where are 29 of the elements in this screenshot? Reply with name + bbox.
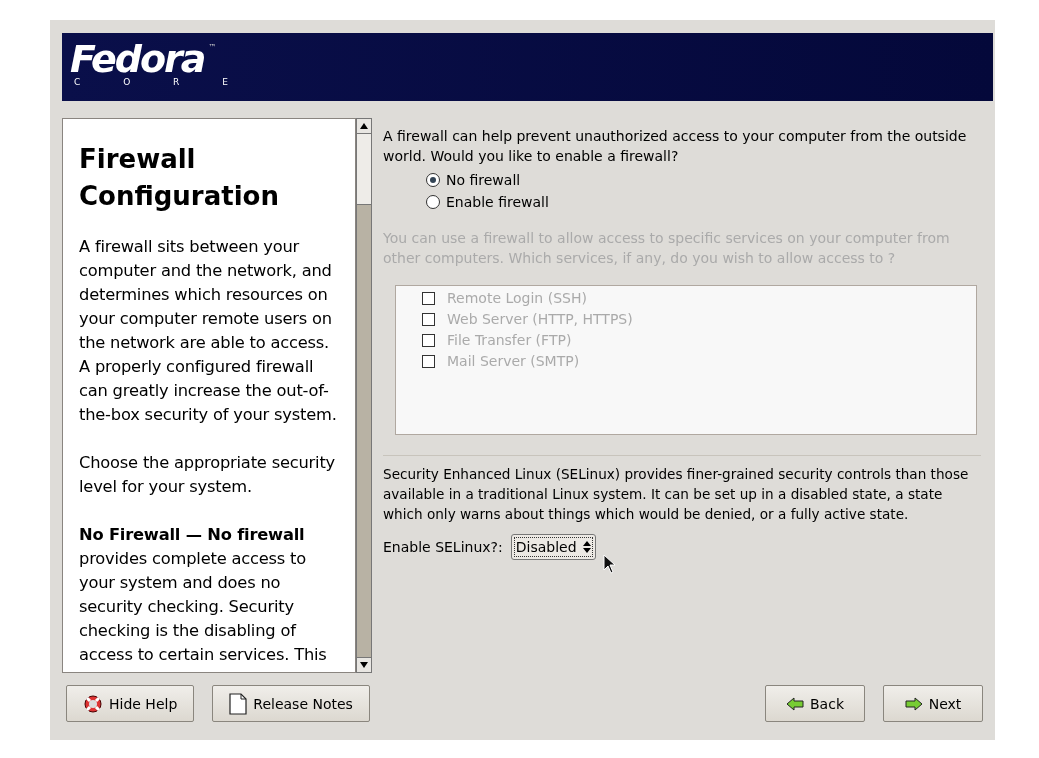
scroll-up-button[interactable] <box>357 119 371 134</box>
firewall-option[interactable]: No firewall <box>426 172 521 188</box>
left-arrow-icon <box>786 696 804 711</box>
firewall-question: A firewall can help prevent unauthorized access to your computer from the outside world. Would you like to enable a firewall? <box>383 127 968 166</box>
lifebuoy-icon <box>83 693 103 714</box>
right-arrow-icon <box>904 696 923 711</box>
up-triangle-icon <box>360 123 368 129</box>
trademark-text: ™ <box>208 43 217 52</box>
scroll-down-button[interactable] <box>357 657 371 672</box>
help-paragraph: No Firewall — No firewall provides complete access to your system and does no security checking. Security checking is the disabling of access to certain services. This <box>79 524 328 666</box>
radio-button[interactable] <box>426 173 440 187</box>
hide-help-button[interactable]: Hide Help <box>66 685 195 722</box>
help-paragraph: A firewall sits between your computer and the network, and determines which resources on your computer remote users on the network are able to access. A properly configured firewall can greatly increase the out-of-the-box security of your system. <box>79 236 338 426</box>
firewall-option[interactable]: Enable firewall <box>426 194 549 210</box>
scrollbar[interactable] <box>356 118 372 673</box>
release-notes-button[interactable]: Release Notes <box>212 685 370 722</box>
help-paragraph: Choose the appropriate security level for your system. <box>79 452 337 498</box>
document-icon <box>229 692 248 715</box>
back-button[interactable]: Back <box>765 685 865 722</box>
scroll-thumb[interactable] <box>357 134 371 205</box>
selinux-description: Security Enhanced Linux (SELinux) provides finer-grained security controls than those available in a traditional Linux system. It can be set up in a disabled state, a state which only warns about things which would be denied, or a fully active state. <box>383 465 970 524</box>
next-button[interactable]: Next <box>883 685 983 722</box>
selinux-dropdown[interactable]: Disabled <box>510 534 596 560</box>
mouse-cursor-icon <box>603 554 617 574</box>
radio-button[interactable] <box>426 195 440 209</box>
up-down-arrows-icon <box>582 541 591 553</box>
selinux-label: Enable SELinux?: <box>383 539 503 555</box>
down-triangle-icon <box>360 662 368 668</box>
help-title: Firewall Configuration <box>79 143 280 213</box>
